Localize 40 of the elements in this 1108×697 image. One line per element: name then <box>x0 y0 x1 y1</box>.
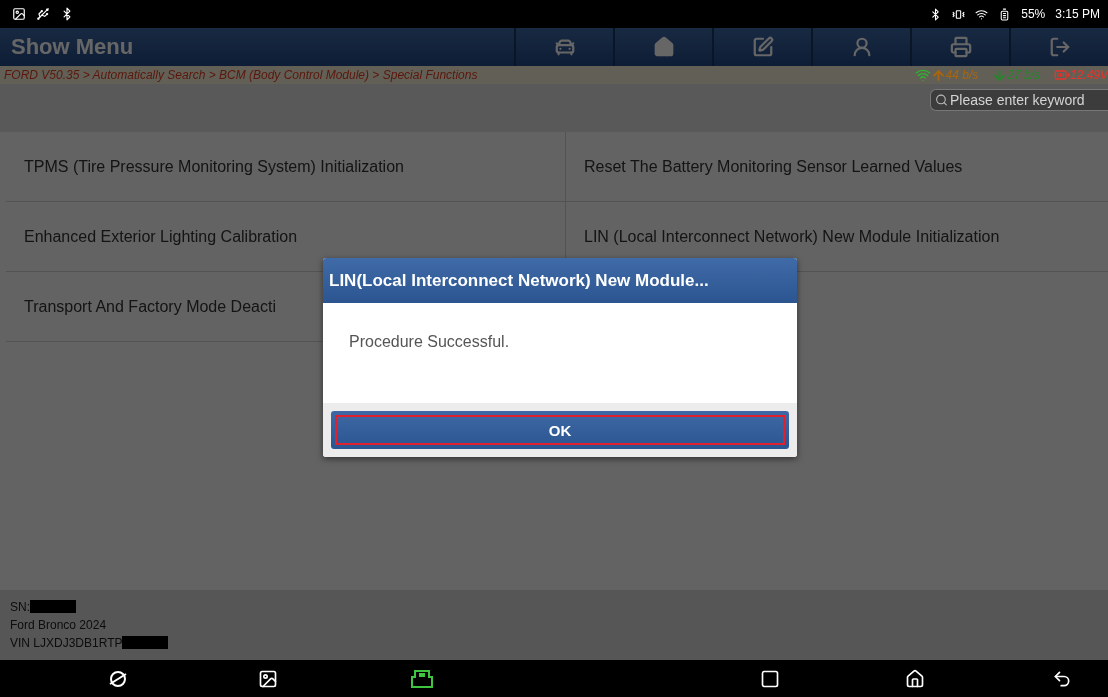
function-item[interactable]: Reset The Battery Monitoring Sensor Learned Values <box>566 132 1108 202</box>
search-icon <box>935 93 948 107</box>
battery-icon <box>1053 67 1070 83</box>
vibrate-icon <box>952 7 966 21</box>
page-title: Show Menu <box>10 34 135 60</box>
stat-value: 44 b/s <box>945 68 979 82</box>
function-item[interactable]: TPMS (Tire Pressure Monitoring System) Initialization <box>6 132 566 202</box>
stat-value: 12.49V <box>1069 68 1108 82</box>
nav-button[interactable] <box>410 668 434 689</box>
wifi-icon <box>914 67 931 83</box>
printer-icon <box>949 36 972 58</box>
home-icon <box>905 668 925 689</box>
arrow-down-icon <box>992 67 1008 83</box>
vehicle-info: SN: <box>10 599 30 614</box>
usb-icon <box>36 7 50 21</box>
image-icon <box>258 668 278 689</box>
connector-icon <box>410 668 434 689</box>
ok-button[interactable]: OK <box>331 411 789 449</box>
nav-button[interactable] <box>760 668 780 689</box>
nav-button[interactable] <box>905 668 925 689</box>
vehicle-info: VIN LJXDJ3DB1RTP <box>10 635 123 650</box>
redaction-bar <box>30 600 76 613</box>
recents-icon <box>760 668 780 689</box>
breadcrumb: FORD V50.35 > Automatically Search > BCM (Body Control Module) > Special Functions <box>4 68 479 82</box>
nav-button[interactable] <box>1052 668 1072 689</box>
image-icon <box>12 7 26 21</box>
dialog-title: LIN(Local Interconnect Network) New Module... <box>323 258 797 303</box>
vehicle-info: Ford Bronco 2024 <box>10 617 107 632</box>
battery-percent: 55% <box>1021 7 1046 21</box>
home-icon <box>652 36 675 58</box>
wifi-icon <box>975 7 989 21</box>
redaction-bar <box>122 636 169 649</box>
exit-icon <box>1048 36 1071 58</box>
car-icon <box>553 36 576 58</box>
edit-icon <box>751 36 774 58</box>
nav-button[interactable] <box>258 668 278 689</box>
back-icon <box>1052 668 1072 689</box>
clock: 3:15 PM <box>1055 7 1100 21</box>
search-field[interactable]: Please enter keyword <box>930 89 1108 111</box>
stat-value: 27 b/s <box>1007 68 1040 82</box>
